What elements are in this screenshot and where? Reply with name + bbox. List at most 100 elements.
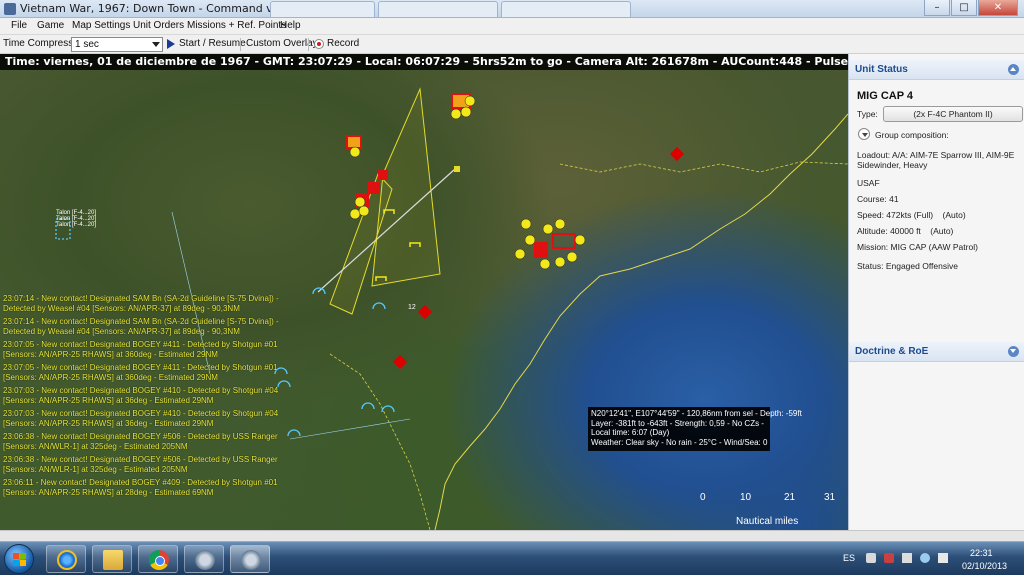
type-button[interactable]: (2x F-4C Phantom II) — [883, 106, 1023, 122]
doctrine-title: Doctrine & RoE — [855, 346, 929, 357]
application-window: Vietnam War, 1967: Down Town - Command v… — [0, 0, 1024, 575]
window-controls: – □ ✕ — [923, 0, 1018, 18]
title-bar: Vietnam War, 1967: Down Town - Command v… — [0, 0, 1024, 18]
cursor-local-time: Local time: 6:07 (Day) — [591, 428, 670, 437]
doctrine-header[interactable]: Doctrine & RoE — [849, 342, 1024, 362]
network-icon[interactable] — [920, 553, 930, 563]
hostile-unit[interactable] — [669, 146, 685, 162]
message-entry: 23:06:38 - New contact! Designated BOGEY… — [3, 455, 278, 474]
clock-time[interactable]: 22:31 — [970, 548, 993, 558]
scale-tick: 21 — [784, 492, 796, 503]
altitude-text: Altitude: 40000 ft (Auto) — [857, 226, 954, 236]
status-line: Time: viernes, 01 de diciembre de 1967 -… — [0, 54, 848, 70]
message-entry: 23:07:05 - New contact! Designated BOGEY… — [3, 363, 278, 382]
maximize-button[interactable]: □ — [951, 0, 977, 16]
taskbar-ie[interactable] — [46, 545, 86, 573]
side-text: USAF — [857, 178, 880, 188]
close-button[interactable]: ✕ — [978, 0, 1018, 16]
monitor-icon[interactable] — [902, 553, 912, 563]
message-entry: 23:07:03 - New contact! Designated BOGEY… — [3, 386, 279, 405]
message-entry: 23:06:38 - New contact! Designated BOGEY… — [3, 432, 278, 451]
background-window-tabs — [270, 1, 910, 17]
language-indicator[interactable]: ES — [843, 553, 855, 563]
time-compression-select[interactable]: 1 sec — [71, 37, 163, 52]
menu-bar: File Game Map Settings Unit Orders Missi… — [0, 18, 1024, 35]
mission-text: Mission: MIG CAP (AAW Patrol) — [857, 242, 978, 252]
taskbar-command-active[interactable] — [230, 545, 270, 573]
chevron-down-icon[interactable] — [858, 128, 870, 140]
minimize-button[interactable]: – — [924, 0, 950, 16]
menu-help[interactable]: Help — [280, 20, 301, 31]
menu-file[interactable]: File — [11, 20, 27, 31]
start-button[interactable] — [4, 544, 34, 574]
toolbar-separator — [240, 38, 241, 51]
flight-label-group: Talon [F-4...20] Talon [F-4...20] Talon … — [56, 210, 96, 228]
hostile-cluster[interactable] — [451, 93, 576, 258]
cursor-position: N20°12'41", E107°44'59" - 120,86nm from … — [591, 409, 802, 418]
status-strip — [0, 530, 1024, 541]
custom-overlay-button[interactable]: Custom Overlay — [246, 38, 318, 49]
app-icon — [4, 3, 16, 15]
chrome-icon — [149, 550, 169, 570]
volume-icon[interactable] — [938, 553, 948, 563]
background-tab[interactable] — [378, 1, 498, 17]
unit-status-header[interactable]: Unit Status — [849, 60, 1024, 80]
hostile-unit[interactable] — [417, 304, 433, 320]
group-composition-toggle[interactable]: Group composition: — [875, 130, 949, 140]
scale-tick: 0 — [700, 492, 706, 503]
time-compression-value: 1 sec — [75, 39, 99, 50]
command-app-icon — [241, 550, 261, 570]
menu-missions-ref-points[interactable]: Missions + Ref. Points — [187, 20, 286, 31]
border-line — [329, 353, 431, 530]
taskbar-command[interactable] — [184, 545, 224, 573]
speed-text: Speed: 472kts (Full) (Auto) — [857, 210, 966, 220]
flight-path — [289, 418, 411, 440]
background-tab[interactable] — [501, 1, 631, 17]
unit-status-title: Unit Status — [855, 64, 908, 75]
menu-game[interactable]: Game — [37, 20, 64, 31]
menu-map-settings[interactable]: Map Settings — [72, 20, 130, 31]
cursor-info-box: N20°12'41", E107°44'59" - 120,86nm from … — [588, 407, 802, 451]
scale-unit: Nautical miles — [736, 516, 799, 527]
taskbar-chrome[interactable] — [138, 545, 178, 573]
scale-tick: 31 — [824, 492, 836, 503]
menu-unit-orders[interactable]: Unit Orders — [133, 20, 184, 31]
status-text: Status: Engaged Offensive — [857, 261, 958, 271]
type-label: Type: — [857, 109, 878, 119]
reference-point[interactable] — [454, 166, 460, 172]
help-icon[interactable] — [866, 553, 876, 563]
toolbar-separator — [308, 38, 309, 51]
record-icon[interactable] — [314, 39, 324, 49]
scale-tick: 10 — [740, 492, 752, 503]
play-icon[interactable] — [167, 39, 175, 49]
message-entry: 23:07:03 - New contact! Designated BOGEY… — [3, 409, 279, 428]
flight-label: Talon [F-4...20] — [56, 222, 97, 228]
toolbar: Time Compression: 1 sec Start / Resume C… — [0, 35, 1024, 54]
folder-icon — [103, 550, 123, 570]
clock-date[interactable]: 02/10/2013 — [962, 561, 1007, 571]
coastline — [434, 113, 848, 530]
flag-icon[interactable] — [884, 553, 894, 563]
cursor-weather: Weather: Clear sky - No rain - 25°C - Wi… — [591, 437, 768, 447]
map-scale: 0 10 21 31 Nautical miles — [690, 492, 840, 530]
taskbar-explorer[interactable] — [92, 545, 132, 573]
expand-icon[interactable] — [1008, 346, 1019, 357]
hostile-unit[interactable] — [392, 354, 408, 370]
message-entry: 23:07:14 - New contact! Designated SAM B… — [3, 317, 279, 336]
cursor-layer: Layer: -381ft to -643ft - Strength: 0,59… — [591, 418, 764, 428]
chevron-down-icon — [152, 42, 160, 47]
collapse-icon[interactable] — [1008, 64, 1019, 75]
background-tab[interactable] — [270, 1, 375, 17]
message-entry: 23:07:05 - New contact! Designated BOGEY… — [3, 340, 278, 359]
tactical-map[interactable]: 12 Time: viernes, 01 de diciembre de 196… — [0, 54, 848, 530]
ie-icon — [57, 550, 77, 570]
unit-name: MIG CAP 4 — [857, 90, 914, 102]
record-button[interactable]: Record — [327, 38, 359, 49]
command-app-icon — [195, 550, 215, 570]
loadout-text: Loadout: A/A: AIM-7E Sparrow III, AIM-9E… — [857, 150, 1015, 170]
start-resume-button[interactable]: Start / Resume — [179, 38, 246, 49]
message-log: 23:07:14 - New contact! Designated SAM B… — [3, 294, 293, 501]
course-text: Course: 41 — [857, 194, 899, 204]
message-entry: 23:06:11 - New contact! Designated BOGEY… — [3, 478, 278, 497]
border-line — [559, 161, 848, 173]
